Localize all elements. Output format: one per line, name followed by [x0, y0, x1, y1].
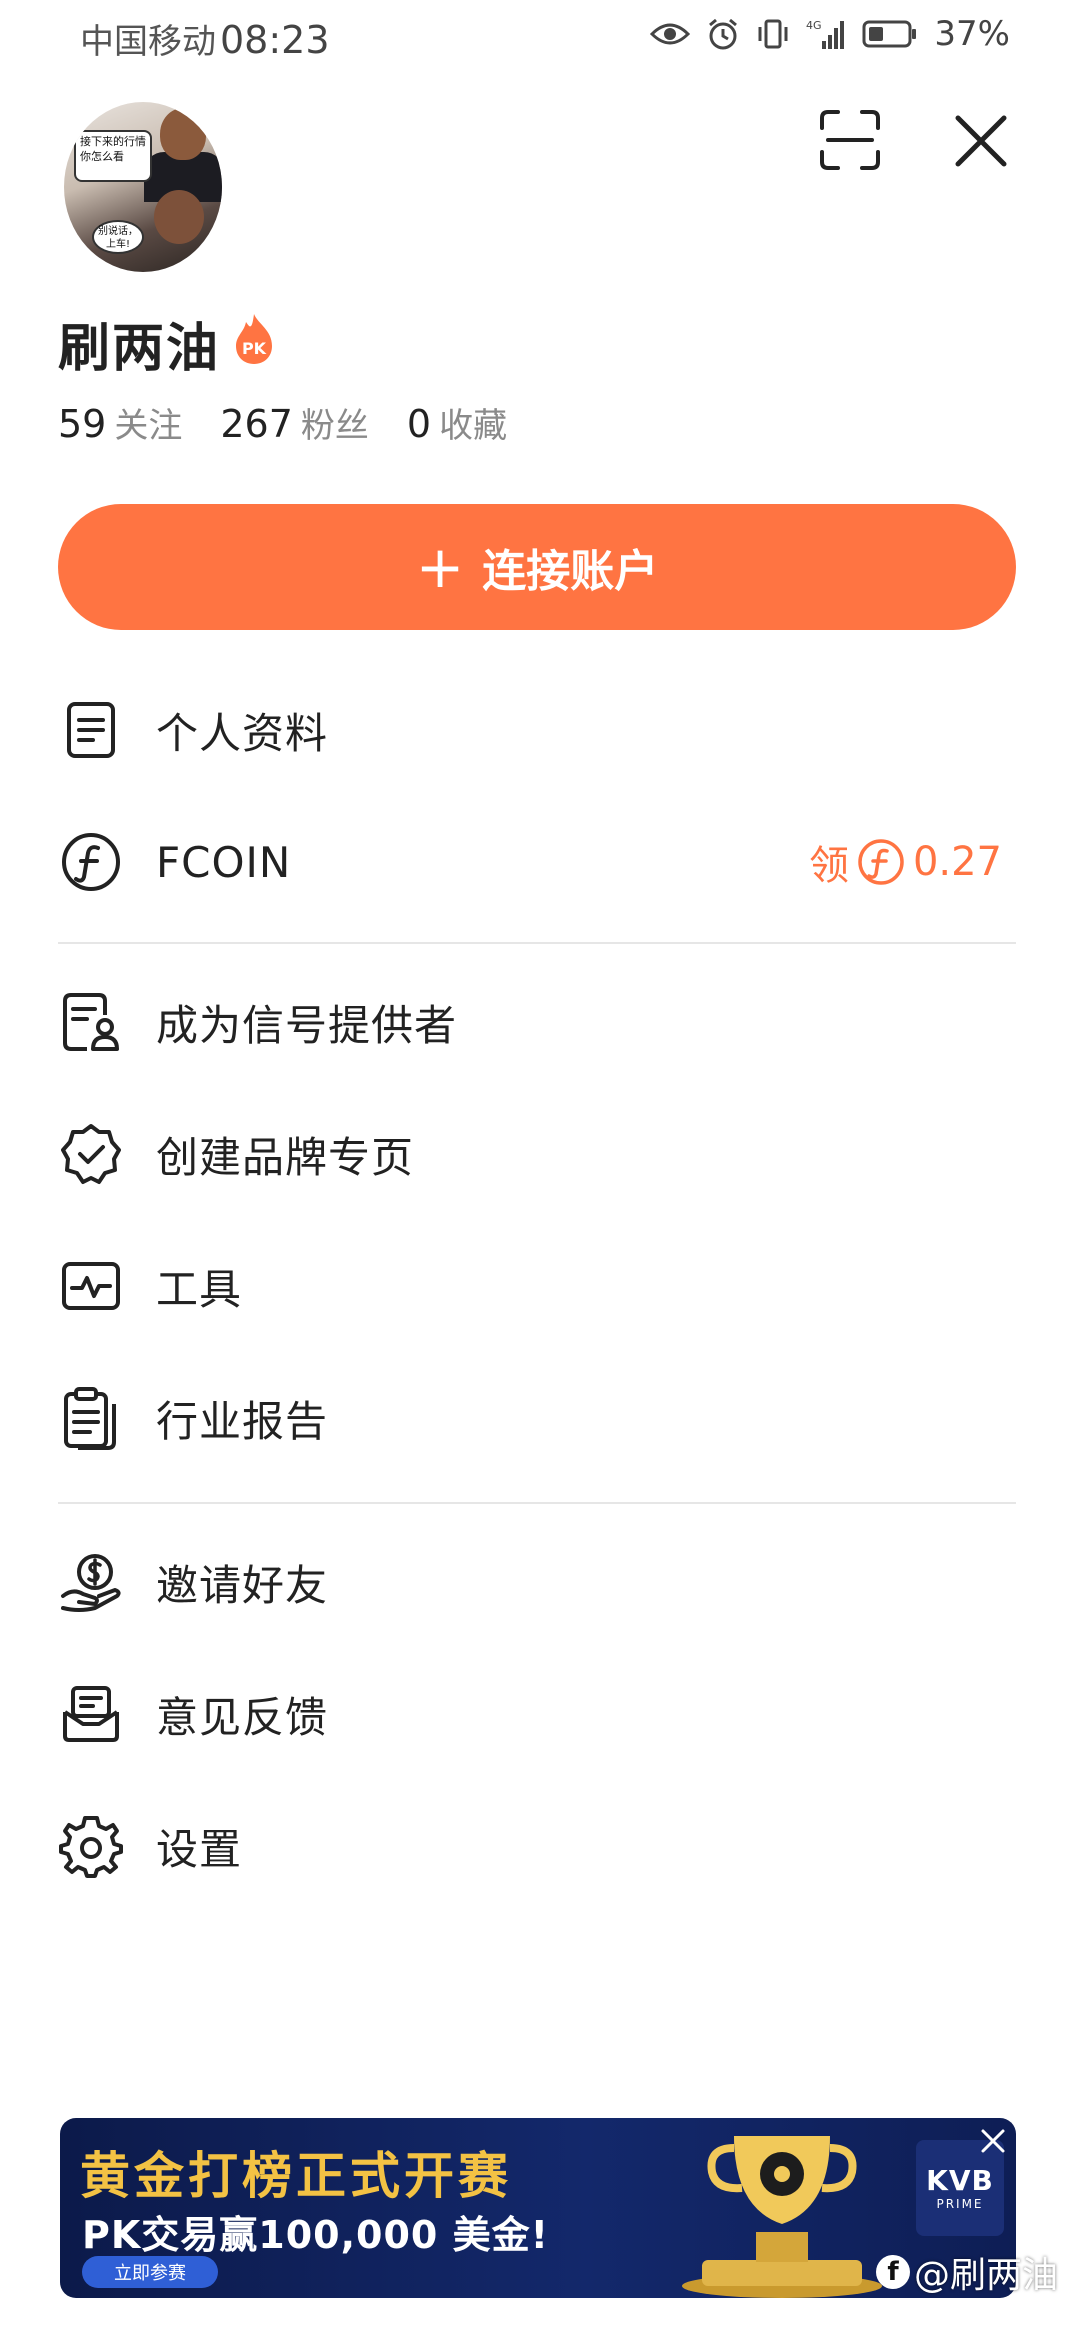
stat-following[interactable]: 59 关注 — [58, 398, 182, 447]
kvb-brand-sub: PRIME — [936, 2197, 984, 2211]
banner-title: 黄金打榜正式开赛 — [80, 2147, 512, 2205]
avatar[interactable]: 接下来的行情你怎么看 别说话，上车! — [64, 102, 222, 272]
status-time: 08:23 — [220, 18, 330, 62]
close-icon — [955, 115, 1007, 167]
banner-close-icon[interactable] — [978, 2126, 1008, 2156]
stat-favorites[interactable]: 0 收藏 — [407, 398, 507, 447]
battery-percent: 37% — [934, 14, 1010, 54]
feedback-mail-icon — [58, 1681, 124, 1747]
status-icons: 4G 37% — [650, 14, 1010, 54]
menu-item-label: 个人资料 — [156, 708, 329, 758]
promo-banner[interactable]: 黄金打榜正式开赛 PK交易赢100,000 美金! 立即参赛 KVB PRIME — [60, 2118, 1016, 2298]
avatar-speech-bubble: 接下来的行情你怎么看 — [74, 130, 152, 182]
menu-item-label: 行业报告 — [156, 1396, 329, 1446]
menu-item-invite-friends[interactable]: 邀请好友 — [58, 1532, 1016, 1632]
menu-item-label: FCOIN — [156, 837, 292, 887]
status-left: 中国移动 08:23 — [80, 14, 330, 63]
stat-value: 267 — [220, 402, 293, 446]
carrier-name: 中国移动 — [80, 22, 216, 62]
fcoin-amount: 0.27 — [912, 839, 1002, 885]
connect-account-button[interactable]: + 连接账户 — [58, 504, 1016, 630]
eye-icon — [650, 23, 691, 45]
fcoin-claim-label: 领 — [808, 843, 849, 889]
scan-button[interactable] — [818, 108, 882, 172]
alarm-icon — [709, 18, 738, 50]
connect-account-label: 连接账户 — [482, 546, 659, 597]
status-bar: 中国移动 08:23 4G 37% — [0, 0, 1080, 72]
divider — [58, 1502, 1016, 1504]
menu-item-fcoin[interactable]: FCOIN 领 0.27 — [58, 812, 1016, 912]
menu-item-feedback[interactable]: 意见反馈 — [58, 1664, 1016, 1764]
stat-label: 粉丝 — [300, 406, 369, 446]
menu-item-brand-page[interactable]: 创建品牌专页 — [58, 1104, 1016, 1204]
banner-subtitle: PK交易赢100,000 美金! — [82, 2213, 549, 2257]
menu-item-signal-provider[interactable]: 成为信号提供者 — [58, 972, 1016, 1072]
facebook-logo-icon: f — [876, 2255, 910, 2289]
watermark-text: @刷两油 — [914, 2255, 1059, 2296]
gear-icon — [58, 1813, 124, 1879]
scan-icon — [820, 110, 880, 170]
banner-cta-button[interactable]: 立即参赛 — [82, 2256, 218, 2288]
vibrate-icon — [758, 19, 788, 49]
plus-icon: + — [415, 533, 465, 601]
username: 刷两油 — [58, 319, 221, 379]
stat-value: 59 — [58, 402, 107, 446]
menu-item-label: 创建品牌专页 — [156, 1132, 415, 1182]
avatar-figure-head — [160, 108, 206, 160]
close-button[interactable] — [952, 112, 1010, 170]
menu-item-label: 邀请好友 — [156, 1560, 329, 1610]
invite-coin-hand-icon — [58, 1549, 124, 1615]
menu-item-label: 成为信号提供者 — [156, 1000, 458, 1050]
watermark: f @刷两油 — [876, 2246, 1058, 2298]
fcoin-coin-icon — [858, 839, 904, 885]
menu-item-settings[interactable]: 设置 — [58, 1796, 1016, 1896]
avatar-speech-bubble-2: 别说话，上车! — [92, 220, 144, 254]
pk-flame-badge-icon: PK — [236, 314, 272, 364]
fcoin-icon — [58, 829, 124, 895]
trophy-icon — [682, 2136, 882, 2298]
document-icon — [58, 697, 124, 763]
cellular-signal-icon: 4G — [806, 19, 845, 49]
profile-stats: 59 关注 267 粉丝 0 收藏 — [58, 398, 545, 447]
stat-followers[interactable]: 267 粉丝 — [220, 398, 369, 447]
report-clipboard-icon — [58, 1385, 124, 1451]
stat-value: 0 — [406, 402, 432, 446]
menu-item-label: 工具 — [156, 1264, 243, 1314]
stat-label: 关注 — [114, 406, 183, 446]
divider — [58, 942, 1016, 944]
battery-icon — [862, 20, 917, 48]
pk-badge-label: PK — [242, 339, 267, 358]
menu-item-profile[interactable]: 个人资料 — [58, 680, 1016, 780]
network-type: 4G — [806, 19, 822, 32]
menu-item-label: 意见反馈 — [156, 1692, 329, 1742]
menu-item-industry-report[interactable]: 行业报告 — [58, 1368, 1016, 1468]
stat-label: 收藏 — [439, 406, 508, 446]
fcoin-reward[interactable]: 领 0.27 — [809, 833, 1002, 891]
avatar-figure-head-2 — [154, 190, 204, 244]
menu-item-tools[interactable]: 工具 — [58, 1236, 1016, 1336]
verified-badge-icon — [58, 1121, 124, 1187]
menu-item-label: 设置 — [156, 1824, 243, 1874]
kvb-brand: KVB — [926, 2164, 994, 2197]
signal-provider-icon — [58, 989, 124, 1055]
pulse-monitor-icon — [58, 1253, 124, 1319]
